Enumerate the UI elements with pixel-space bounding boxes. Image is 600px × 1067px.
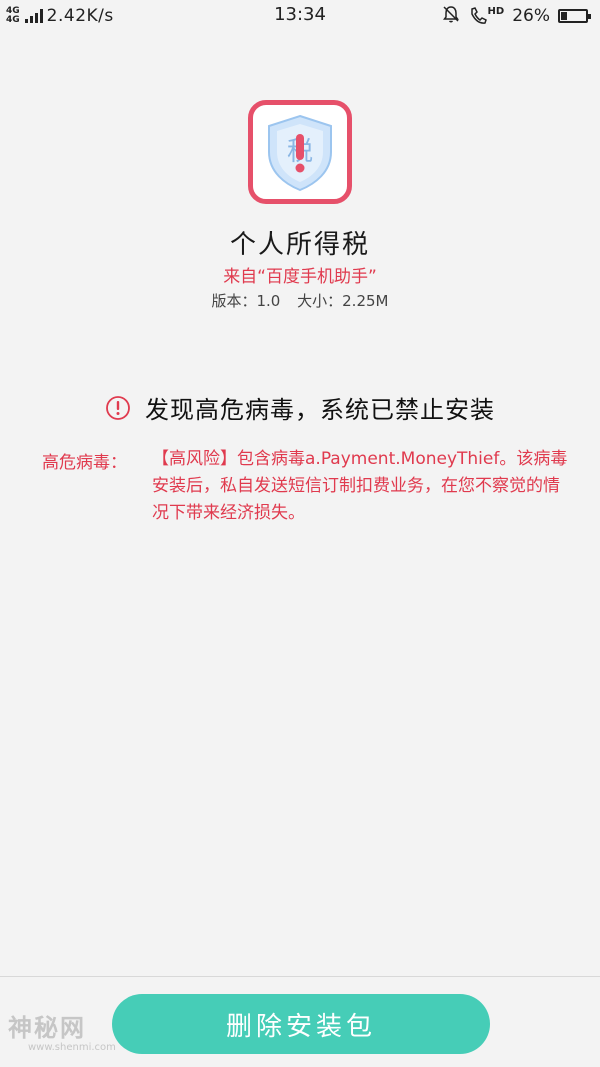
virus-detail-label: 高危病毒： bbox=[42, 453, 127, 473]
app-source: 来自“百度手机助手” bbox=[223, 267, 377, 287]
warning-row: 发现高危病毒，系统已禁止安装 bbox=[0, 390, 600, 425]
battery-fill bbox=[561, 12, 567, 20]
alert-circle-icon bbox=[106, 395, 130, 420]
battery-percent: 26% bbox=[512, 6, 550, 26]
status-bar: 4G 4G 2.42K/s 13:34 HD 26% bbox=[0, 0, 600, 34]
bell-muted-icon bbox=[441, 4, 461, 28]
hd-label: HD bbox=[487, 6, 505, 17]
app-name: 个人所得税 bbox=[229, 230, 370, 260]
warning-title: 发现高危病毒，系统已禁止安装 bbox=[145, 396, 495, 424]
app-size: 大小：2.25M bbox=[297, 292, 389, 310]
battery-icon bbox=[558, 9, 591, 23]
delete-package-button[interactable]: 删除安装包 bbox=[112, 994, 490, 1054]
watermark-sub: www.shenmi.com bbox=[28, 1042, 116, 1053]
app-meta: 版本：1.0 大小：2.25M bbox=[0, 290, 600, 311]
phone-hd-icon: HD bbox=[469, 6, 505, 26]
watermark: 神秘网 bbox=[8, 1014, 86, 1042]
virus-detail-text: 【高风险】包含病毒a.Payment.MoneyThief。该病毒安装后，私自发… bbox=[152, 449, 568, 523]
bottom-divider bbox=[0, 976, 600, 977]
status-right: HD 26% bbox=[441, 4, 591, 28]
install-blocked-screen: 4G 4G 2.42K/s 13:34 HD 26% 个人所得税 来自“百度手机… bbox=[0, 0, 600, 1067]
app-version: 版本：1.0 bbox=[211, 292, 281, 310]
app-icon: 税 bbox=[248, 100, 352, 204]
shield-icon: 税 bbox=[268, 114, 332, 192]
